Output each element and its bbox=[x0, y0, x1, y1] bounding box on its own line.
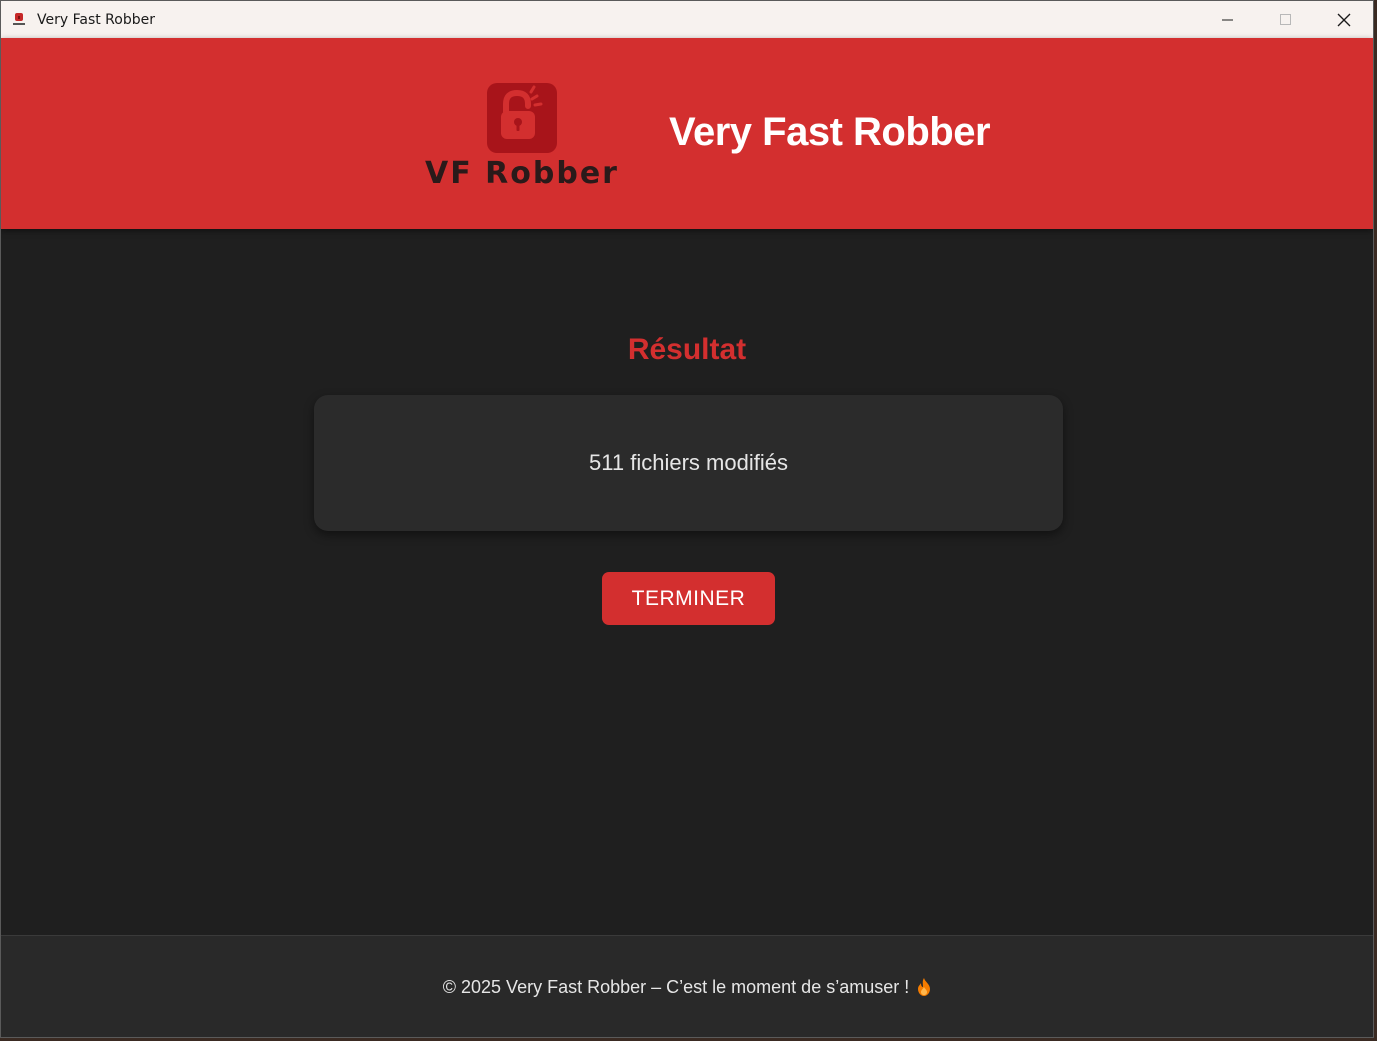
minimize-button[interactable] bbox=[1199, 1, 1257, 38]
result-text: 511 fichiers modifiés bbox=[589, 450, 788, 475]
minimize-icon bbox=[1222, 19, 1233, 20]
footer-copyright: © 2025 Very Fast Robber – C’est le momen… bbox=[442, 976, 910, 997]
result-heading: Résultat bbox=[627, 333, 747, 366]
maximize-button[interactable] bbox=[1257, 1, 1315, 38]
footer: © 2025 Very Fast Robber – C’est le momen… bbox=[1, 935, 1373, 1037]
footer-text: © 2025 Very Fast Robber – C’est le momen… bbox=[443, 977, 931, 1001]
result-card: 511 fichiers modifiés bbox=[314, 395, 1063, 531]
app-window: Very Fast Robber VF Robber Very Fast Rob… bbox=[0, 0, 1374, 1038]
unlocked-padlock-icon bbox=[487, 83, 557, 153]
title-bar[interactable]: Very Fast Robber bbox=[1, 1, 1373, 38]
vf-robber-logo: VF Robber bbox=[424, 82, 624, 192]
app-header: VF Robber Very Fast Robber bbox=[1, 38, 1373, 229]
close-button[interactable] bbox=[1315, 1, 1373, 38]
window-controls bbox=[1199, 1, 1373, 38]
header-title: Very Fast Robber bbox=[669, 110, 991, 154]
finish-button[interactable]: TERMINER bbox=[602, 572, 775, 625]
logo-text: VF Robber bbox=[425, 156, 619, 191]
close-icon bbox=[1337, 13, 1351, 26]
maximize-icon bbox=[1280, 13, 1291, 25]
fire-icon bbox=[917, 977, 931, 1001]
app-icon bbox=[11, 12, 27, 28]
window-title: Very Fast Robber bbox=[37, 11, 155, 28]
